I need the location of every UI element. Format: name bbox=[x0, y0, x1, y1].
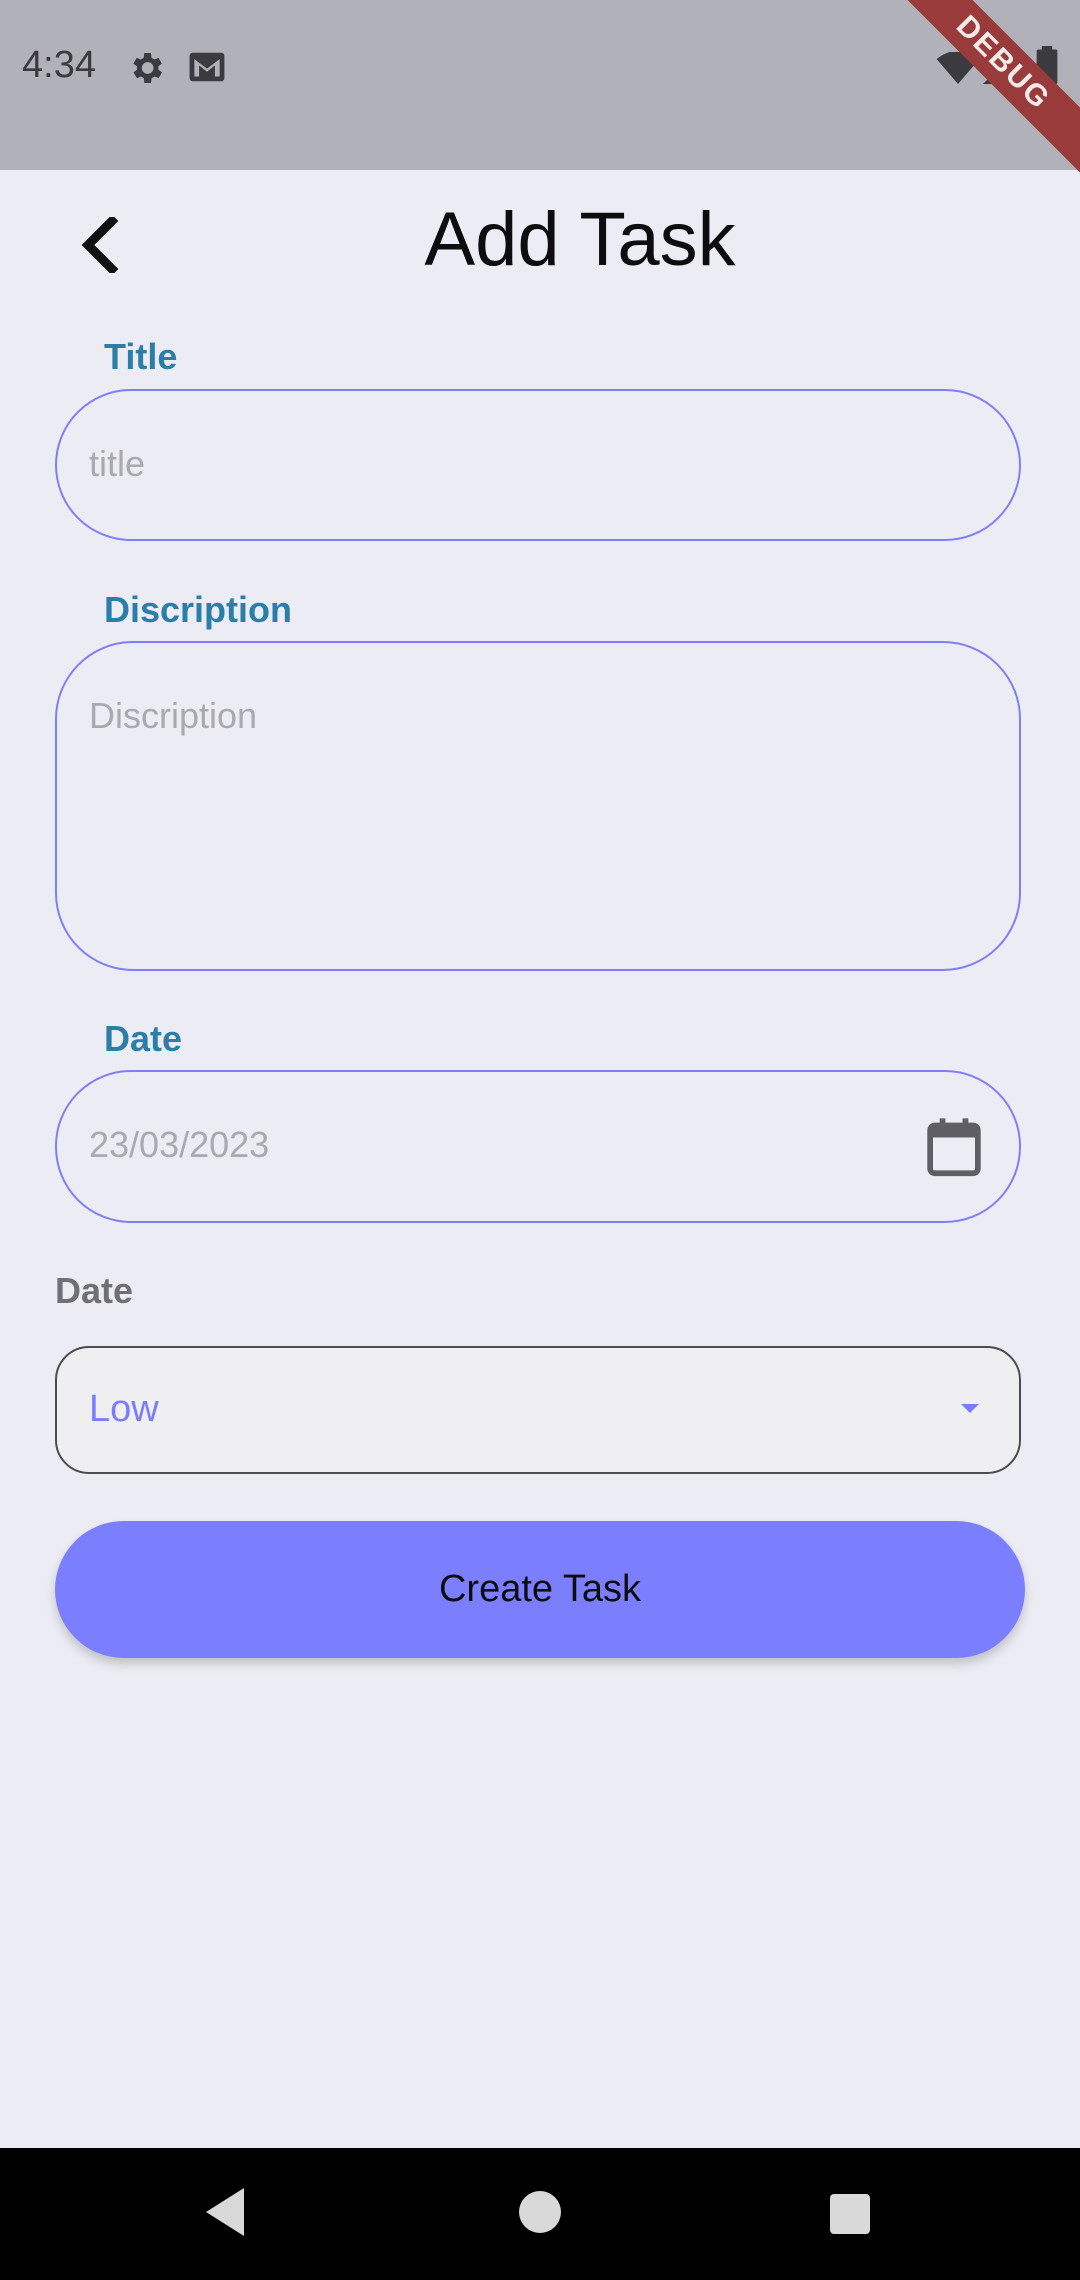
calendar-icon[interactable] bbox=[925, 1116, 983, 1183]
description-input[interactable]: Discription bbox=[55, 641, 1021, 971]
date-placeholder: 23/03/2023 bbox=[89, 1124, 270, 1165]
description-label: Discription bbox=[104, 589, 293, 630]
description-placeholder: Discription bbox=[89, 695, 258, 736]
status-bar: 4:34 DEBUG bbox=[0, 0, 1080, 175]
gear-icon bbox=[126, 48, 166, 93]
priority-selected-value: Low bbox=[89, 1388, 159, 1430]
recents-square-icon[interactable] bbox=[828, 2192, 872, 2241]
title-input[interactable]: title bbox=[55, 389, 1021, 541]
create-task-button[interactable]: Create Task bbox=[55, 1521, 1025, 1658]
gmail-icon bbox=[188, 50, 226, 89]
page-title: Add Task bbox=[424, 197, 736, 282]
status-time: 4:34 bbox=[22, 44, 96, 86]
title-placeholder: title bbox=[89, 443, 146, 484]
date-label: Date bbox=[104, 1018, 183, 1059]
dropdown-arrow-icon bbox=[961, 1404, 979, 1413]
title-label: Title bbox=[104, 336, 178, 377]
home-circle-icon[interactable] bbox=[518, 2190, 562, 2239]
date-input[interactable]: 23/03/2023 bbox=[55, 1070, 1021, 1223]
back-triangle-icon[interactable] bbox=[204, 2186, 248, 2243]
system-nav-bar bbox=[0, 2148, 1080, 2280]
priority-dropdown[interactable]: Low bbox=[55, 1346, 1021, 1474]
priority-label: Date bbox=[55, 1270, 134, 1311]
